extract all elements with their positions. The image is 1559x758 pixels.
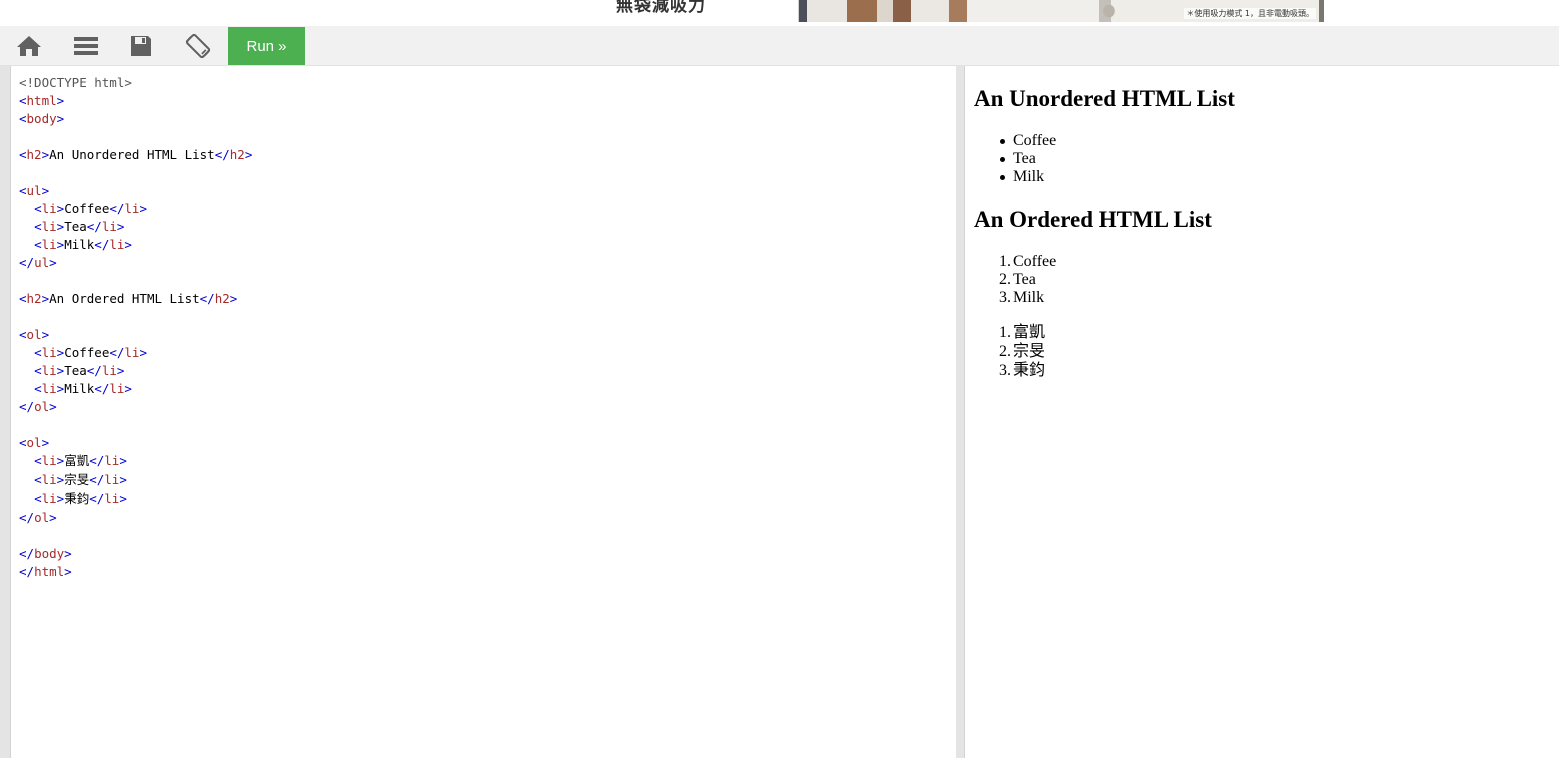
ordered-item: Milk [1013,289,1045,306]
ad-headline: 無袋減吸力 [616,0,706,16]
code-line: <li>Milk</li> [34,237,132,252]
code-line: <body> [19,111,65,126]
result-panel: An Unordered HTML List Coffee Tea Milk A… [964,66,1559,758]
unordered-heading: An Unordered HTML List [974,86,1235,111]
second-ordered-item: 富凱 [1013,324,1046,341]
list-number: 1. [999,253,1011,270]
code-line: <li>秉鈞</li> [34,491,127,506]
code-line: </html> [19,564,72,579]
code-line: </ol> [19,510,57,525]
home-icon[interactable] [15,32,43,60]
ad-text-box: 無袋減吸力 [596,0,799,22]
unordered-item: Coffee [1013,132,1057,149]
code-line: </body> [19,546,72,561]
bullet-marker [1000,175,1005,180]
code-panel: <!DOCTYPE html> <html> <body> <h2>An Unorde… [0,66,956,758]
code-line: <li>Tea</li> [34,219,125,234]
ad-caption: ＊使用吸力模式 1，且非電動吸頭。 [1184,8,1316,19]
code-line: <li>Coffee</li> [34,201,147,216]
ad-image: ＊使用吸力模式 1，且非電動吸頭。 [799,0,1324,22]
run-button[interactable]: Run » [228,27,305,65]
panel-splitter[interactable] [956,66,964,758]
ad-banner[interactable]: 無袋減吸力 ＊使用吸力模式 1，且非電動吸頭。 [596,0,1324,22]
second-ordered-item: 秉鈞 [1013,362,1046,379]
list-number: 2. [999,343,1011,360]
rotate-icon[interactable] [184,32,212,60]
save-icon[interactable] [127,32,155,60]
code-line: <li>Coffee</li> [34,345,147,360]
code-line: <li>Tea</li> [34,363,125,378]
code-line: <li>富凱</li> [34,453,127,468]
ordered-item: Tea [1013,271,1036,288]
code-line: <h2>An Ordered HTML List</h2> [19,291,238,306]
unordered-item: Milk [1013,168,1045,185]
code-line: <!DOCTYPE html> [19,75,132,90]
ordered-item: Coffee [1013,253,1057,270]
list-number: 1. [999,324,1011,341]
menu-icon[interactable] [72,32,100,60]
list-number: 3. [999,362,1011,379]
code-line: <li>宗旻</li> [34,472,127,487]
code-line: <html> [19,93,65,108]
toolbar: Run » [0,26,1559,66]
ordered-heading: An Ordered HTML List [974,207,1212,232]
code-line: <ol> [19,435,50,450]
code-line: <ul> [19,183,50,198]
code-line: </ul> [19,255,57,270]
list-number: 2. [999,271,1011,288]
code-line: <li>Milk</li> [34,381,132,396]
code-line: </ol> [19,399,57,414]
list-number: 3. [999,289,1011,306]
second-ordered-item: 宗旻 [1013,343,1046,360]
code-line: <ol> [19,327,50,342]
code-line: <h2>An Unordered HTML List</h2> [19,147,253,162]
unordered-item: Tea [1013,150,1036,167]
bullet-marker [1000,157,1005,162]
code-editor[interactable]: <!DOCTYPE html> <html> <body> <h2>An Unorde… [10,66,956,758]
ad-strip: 無袋減吸力 ＊使用吸力模式 1，且非電動吸頭。 [0,0,1559,26]
bullet-marker [1000,139,1005,144]
